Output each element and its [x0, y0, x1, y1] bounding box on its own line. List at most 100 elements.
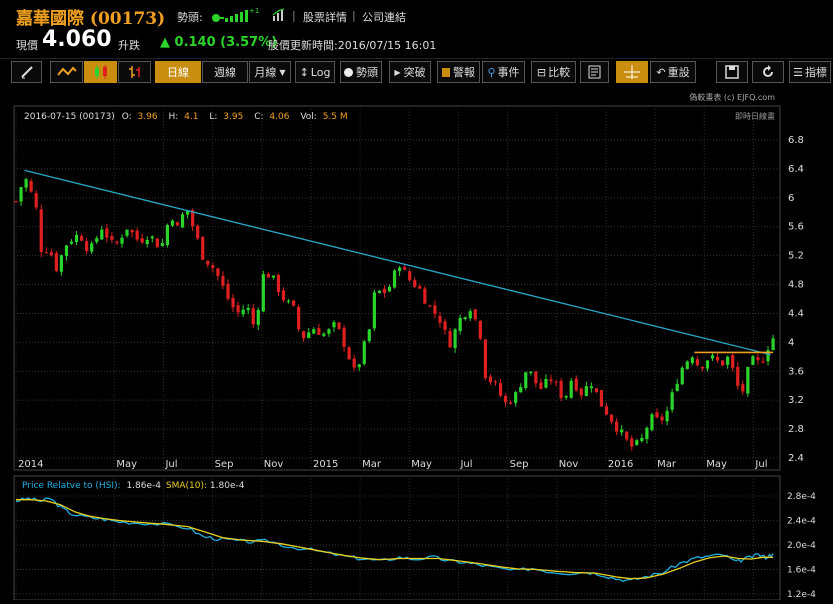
- candle-body: [367, 329, 371, 342]
- candle-body: [14, 201, 18, 203]
- candle-body: [90, 243, 94, 252]
- price-tick-label: 4.4: [788, 308, 804, 319]
- candle-body: [317, 328, 321, 335]
- alert-label: 警報: [453, 66, 475, 79]
- reset-button[interactable]: ↶ 重設: [650, 61, 696, 83]
- candle-body: [322, 333, 326, 336]
- stock-details-link[interactable]: 股票詳情: [303, 9, 347, 25]
- rs-tick-label: 1.2e-4: [787, 590, 816, 600]
- info-vol-label: Vol:: [300, 112, 317, 122]
- candle-body: [19, 187, 23, 202]
- line-chart-icon: [56, 66, 77, 76]
- draw-button[interactable]: [11, 61, 42, 83]
- candle-body: [433, 305, 437, 314]
- daily-button[interactable]: 日線: [155, 61, 201, 83]
- candle-body: [251, 308, 255, 325]
- candle-body: [554, 381, 558, 383]
- candle-body: [332, 322, 336, 328]
- candle-body: [559, 380, 563, 399]
- price-tick-label: 6.8: [788, 135, 804, 146]
- trend-label: 勢頭:: [177, 11, 203, 24]
- log-scale-button[interactable]: ↕ Log: [295, 61, 335, 83]
- events-button[interactable]: ⚲ 事件: [482, 61, 525, 83]
- info-open-label: O:: [122, 112, 132, 122]
- candlestick-button[interactable]: [84, 61, 117, 83]
- candle-body: [418, 286, 422, 289]
- log-label: Log: [310, 65, 331, 79]
- candle-body: [206, 260, 210, 265]
- candle-body: [438, 316, 442, 323]
- trend-circle-icon: [344, 67, 353, 77]
- candle-body: [281, 290, 286, 301]
- candle-body: [736, 366, 740, 386]
- candle-body: [534, 371, 538, 384]
- chart-toolbar: 日線 週線 月線 ▼ ↕ Log 勢頭 ▶ 突破 警報 ⚲ 事件 ⊟ 比較 ↶ 重設 ☰ 指標: [0, 58, 833, 88]
- log-scale-icon: ↕: [299, 65, 309, 79]
- candle-body: [382, 288, 387, 294]
- candle-body: [337, 322, 341, 329]
- candle-body: [261, 274, 265, 312]
- notes-button[interactable]: [580, 61, 609, 83]
- candle-body: [140, 238, 144, 243]
- candle-body: [24, 179, 28, 188]
- candle-body: [186, 211, 190, 215]
- candle-body: [69, 241, 74, 244]
- separator: |: [352, 9, 356, 22]
- time-tick-label: Nov: [264, 459, 284, 470]
- candle-body: [64, 245, 69, 256]
- price-tick-label: 4: [788, 337, 794, 348]
- compare-label: 比較: [548, 66, 571, 79]
- time-tick-label: Mar: [657, 459, 677, 470]
- candle-body: [372, 292, 376, 329]
- price-tick-label: 5.2: [788, 251, 804, 262]
- weekly-button[interactable]: 週線: [202, 61, 248, 83]
- candle-body: [29, 180, 33, 192]
- stock-chart[interactable]: 6.8 6.4 6 5.6 5.2 4.8 4.4 4 3.6 3.2 2.8 2.4 2014 May…: [0, 86, 833, 601]
- save-button[interactable]: [716, 61, 748, 83]
- breakout-button[interactable]: ▶ 突破: [389, 61, 431, 83]
- trend-label: 勢頭: [356, 66, 378, 79]
- candle-body: [302, 331, 306, 339]
- indicators-button[interactable]: ☰ 指標: [789, 61, 831, 83]
- candle-body: [498, 383, 503, 396]
- candle-body: [312, 329, 316, 334]
- alert-button[interactable]: 警報: [437, 61, 480, 83]
- line-chart-button[interactable]: [50, 61, 83, 83]
- price-tick-label: 2.4: [788, 453, 804, 464]
- info-close: 4.06: [269, 112, 289, 122]
- refresh-button[interactable]: [752, 61, 784, 83]
- candle-body: [39, 209, 43, 253]
- price-tick-label: 6.4: [788, 164, 804, 175]
- candle-body: [584, 386, 588, 396]
- candle-body: [297, 306, 301, 330]
- candle-body: [549, 379, 553, 382]
- candle-body: [685, 361, 689, 369]
- company-link[interactable]: 公司連結: [362, 9, 406, 25]
- candle-body: [670, 392, 674, 410]
- price-change-value: 0.140 (3.57%): [174, 35, 278, 50]
- time-tick-label: May: [411, 459, 432, 470]
- info-low: 3.95: [223, 112, 243, 122]
- candle-body: [105, 228, 109, 238]
- compare-button[interactable]: ⊟ 比較: [531, 61, 576, 83]
- save-icon: [725, 65, 739, 79]
- candle-body: [49, 252, 53, 256]
- sub-label: 即時日線畫: [735, 111, 775, 121]
- crosshair-button[interactable]: [616, 61, 648, 83]
- monthly-button[interactable]: 月線 ▼: [249, 61, 291, 83]
- ohlc-button[interactable]: [118, 61, 151, 83]
- candle-body: [564, 395, 568, 398]
- crosshair-icon: [624, 65, 640, 79]
- candle-body: [155, 238, 159, 248]
- candle-body: [231, 298, 235, 308]
- candle-body: [599, 389, 604, 407]
- price-tick-label: 3.2: [788, 395, 804, 406]
- candle-body: [327, 329, 331, 334]
- candle-body: [665, 410, 669, 422]
- candle-body: [741, 384, 745, 392]
- candle-body: [307, 332, 311, 338]
- trend-button[interactable]: 勢頭: [340, 61, 382, 83]
- chart-link-icon[interactable]: [272, 8, 286, 22]
- candle-body: [771, 338, 775, 350]
- candle-body: [509, 402, 513, 404]
